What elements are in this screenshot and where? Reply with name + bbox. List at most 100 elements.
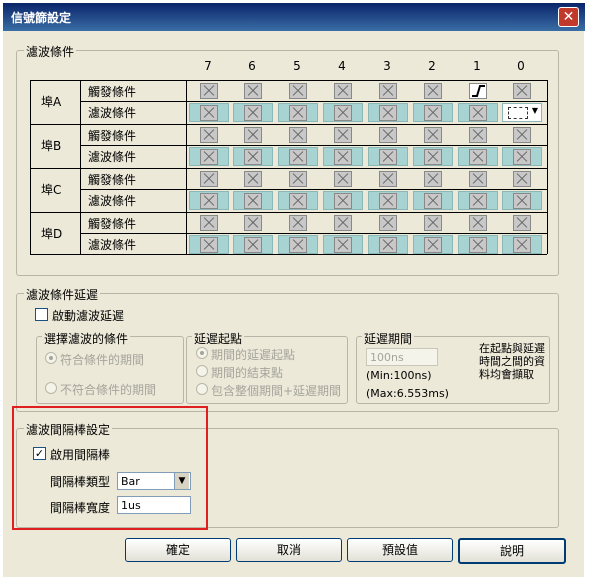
filter-cell[interactable] <box>278 147 318 166</box>
filter-cell[interactable] <box>323 191 363 210</box>
radio-during-condition[interactable] <box>45 352 57 364</box>
filter-cell-mark <box>244 237 262 253</box>
radio-delay-end[interactable] <box>196 365 208 377</box>
filter-cell[interactable] <box>189 103 229 122</box>
default-button[interactable]: 預設值 <box>347 538 453 562</box>
trigger-cell[interactable] <box>469 215 487 231</box>
trigger-cell[interactable] <box>200 83 218 99</box>
enable-filter-delay-checkbox[interactable] <box>35 308 48 321</box>
filter-cell[interactable] <box>368 235 408 254</box>
filter-cell[interactable] <box>189 191 229 210</box>
filter-cell[interactable] <box>233 191 273 210</box>
filter-cell[interactable] <box>278 191 318 210</box>
filter-cell-mark <box>244 105 262 121</box>
trigger-cell[interactable] <box>200 215 218 231</box>
filter-cell[interactable] <box>413 103 453 122</box>
trigger-cell[interactable] <box>469 171 487 187</box>
trigger-condition-label: 觸發條件 <box>88 129 137 143</box>
trigger-cell[interactable] <box>334 215 352 231</box>
filter-cell-mark <box>244 149 262 165</box>
delay-period-max: (Max:6.553ms) <box>366 387 449 400</box>
bit-header: 4 <box>338 59 346 73</box>
filter-cell[interactable] <box>458 103 498 122</box>
trigger-cell[interactable] <box>244 215 262 231</box>
trigger-cell[interactable] <box>469 127 487 143</box>
trigger-cell[interactable] <box>513 215 531 231</box>
filter-cell[interactable] <box>458 235 498 254</box>
trigger-cell[interactable] <box>424 171 442 187</box>
filter-cell[interactable] <box>413 191 453 210</box>
trigger-cell[interactable] <box>513 127 531 143</box>
trigger-cell[interactable] <box>424 215 442 231</box>
filter-cell[interactable] <box>233 235 273 254</box>
trigger-cell[interactable] <box>244 171 262 187</box>
trigger-cell[interactable] <box>200 127 218 143</box>
trigger-cell[interactable] <box>200 171 218 187</box>
filter-cell[interactable] <box>413 235 453 254</box>
trigger-cell[interactable] <box>334 83 352 99</box>
chevron-down-icon: ▼ <box>531 106 538 115</box>
filter-delay-legend: 濾波條件延遲 <box>24 286 101 303</box>
trigger-cell[interactable] <box>513 83 531 99</box>
grid-line <box>547 80 548 254</box>
trigger-condition-label: 觸發條件 <box>88 173 137 187</box>
trigger-cell[interactable] <box>379 215 397 231</box>
rising-edge-trigger-icon[interactable] <box>469 83 487 99</box>
filter-cell[interactable] <box>278 103 318 122</box>
filter-cell[interactable] <box>502 235 542 254</box>
bit-header: 3 <box>383 59 391 73</box>
trigger-cell[interactable] <box>379 171 397 187</box>
close-icon: ✕ <box>562 9 575 25</box>
filter-cell[interactable] <box>413 147 453 166</box>
trigger-cell[interactable] <box>334 127 352 143</box>
trigger-cell[interactable] <box>379 83 397 99</box>
filter-cell[interactable] <box>189 147 229 166</box>
filter-cell-mark <box>424 149 442 165</box>
close-button[interactable]: ✕ <box>558 7 579 27</box>
filter-cell[interactable] <box>368 147 408 166</box>
filter-cell-mark <box>424 105 442 121</box>
filter-cell[interactable] <box>323 235 363 254</box>
filter-cell[interactable] <box>323 147 363 166</box>
trigger-cell[interactable] <box>289 171 307 187</box>
filter-cell[interactable] <box>458 147 498 166</box>
trigger-cell[interactable] <box>289 83 307 99</box>
filter-cell[interactable] <box>233 103 273 122</box>
filter-cell[interactable] <box>502 191 542 210</box>
filter-dropdown[interactable]: ▼ <box>502 103 542 122</box>
trigger-cell[interactable] <box>244 83 262 99</box>
filter-cell[interactable] <box>368 103 408 122</box>
delay-period-input[interactable]: 100ns <box>366 348 438 366</box>
trigger-cell[interactable] <box>424 127 442 143</box>
grid-line <box>30 254 547 255</box>
radio-outside-condition[interactable] <box>45 382 57 394</box>
enable-filter-delay-label[interactable]: 啟動濾波延遲 <box>52 307 124 324</box>
filter-cell[interactable] <box>368 191 408 210</box>
radio-whole-period[interactable] <box>196 383 208 395</box>
bit-header: 2 <box>428 59 436 73</box>
filter-condition-legend: 濾波條件 <box>24 43 77 60</box>
filter-cell-mark <box>334 193 352 209</box>
bit-header: 6 <box>248 59 256 73</box>
filter-cell[interactable] <box>233 147 273 166</box>
grid-line <box>80 189 547 190</box>
trigger-cell[interactable] <box>289 215 307 231</box>
cancel-button[interactable]: 取消 <box>236 538 342 562</box>
trigger-cell[interactable] <box>379 127 397 143</box>
filter-cell[interactable] <box>278 235 318 254</box>
filter-cell[interactable] <box>458 191 498 210</box>
radio-delay-start[interactable] <box>196 347 208 359</box>
trigger-cell[interactable] <box>289 127 307 143</box>
ok-button[interactable]: 確定 <box>125 538 231 562</box>
filter-cell[interactable] <box>189 235 229 254</box>
filter-cell[interactable] <box>502 147 542 166</box>
trigger-cell[interactable] <box>424 83 442 99</box>
bit-header: 0 <box>517 59 525 73</box>
grid-line <box>80 145 547 146</box>
trigger-cell[interactable] <box>513 171 531 187</box>
help-button[interactable]: 說明 <box>458 538 566 564</box>
radio-delay-end-label: 期間的結束點 <box>211 366 284 380</box>
trigger-cell[interactable] <box>334 171 352 187</box>
trigger-cell[interactable] <box>244 127 262 143</box>
filter-cell[interactable] <box>323 103 363 122</box>
